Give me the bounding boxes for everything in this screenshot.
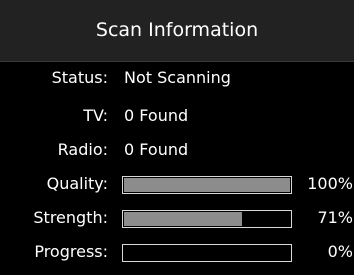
radio-value: 0 Found [124, 140, 189, 159]
scan-information-panel: Scan Information Status: Not Scanning TV… [0, 0, 354, 275]
status-value: Not Scanning [124, 68, 231, 87]
progress-bar [122, 244, 292, 262]
status-row: Status: Not Scanning [0, 65, 354, 91]
quality-row: Quality: 100% [0, 171, 354, 197]
strength-bar-fill [124, 212, 242, 226]
title-bar: Scan Information [0, 0, 354, 62]
radio-row: Radio: 0 Found [0, 137, 354, 163]
quality-bar-fill [124, 178, 290, 192]
progress-row: Progress: 0% [0, 239, 354, 265]
strength-percent: 71% [317, 208, 353, 227]
strength-bar [122, 210, 292, 228]
quality-label: Quality: [46, 174, 108, 193]
strength-row: Strength: 71% [0, 205, 354, 231]
progress-percent: 0% [327, 242, 353, 261]
tv-value: 0 Found [124, 106, 189, 125]
status-label: Status: [51, 68, 108, 87]
tv-label: TV: [83, 106, 108, 125]
quality-percent: 100% [307, 174, 353, 193]
progress-label: Progress: [34, 242, 108, 261]
tv-row: TV: 0 Found [0, 103, 354, 129]
radio-label: Radio: [57, 140, 108, 159]
strength-label: Strength: [33, 208, 108, 227]
quality-bar [122, 176, 292, 194]
dialog-title: Scan Information [95, 19, 259, 41]
